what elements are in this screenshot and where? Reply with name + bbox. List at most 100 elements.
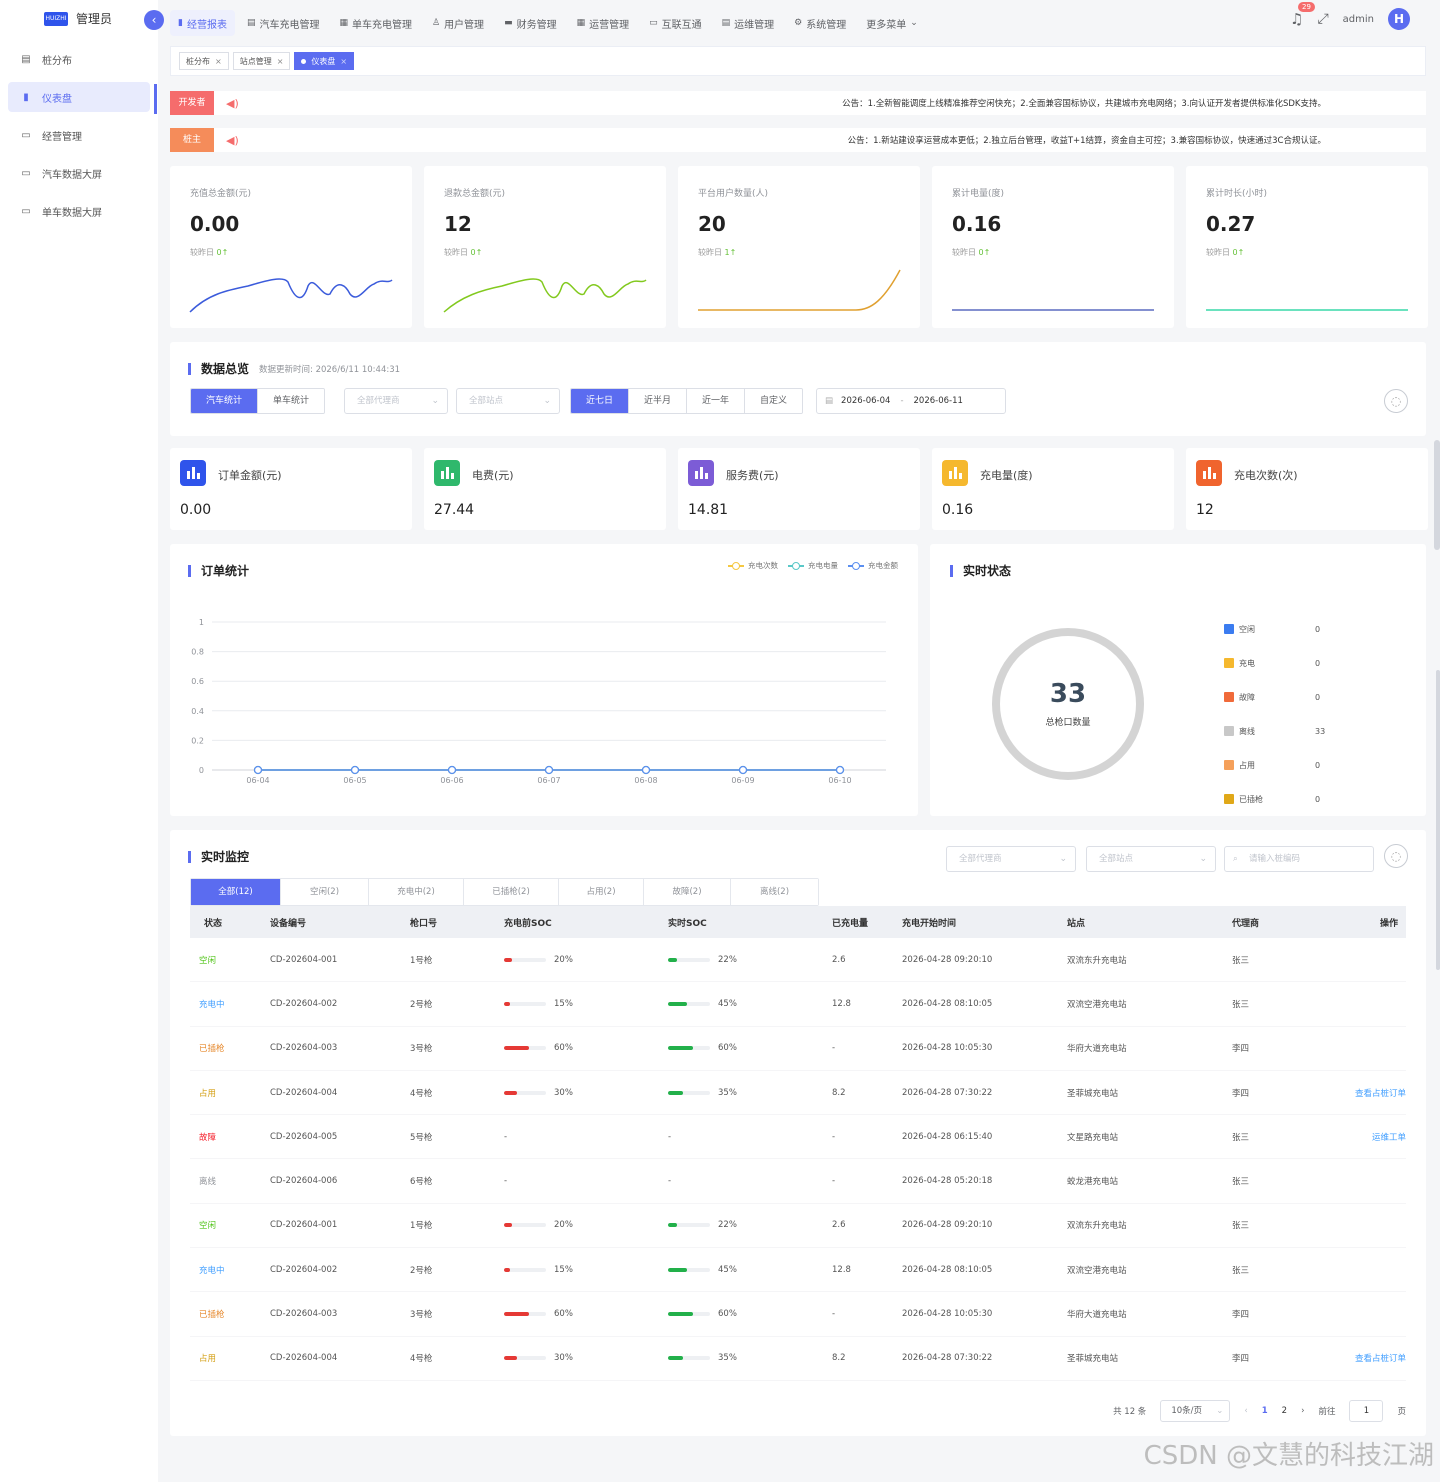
date-range-picker[interactable]: ▤ 2026-06-04 - 2026-06-11 bbox=[816, 388, 1006, 414]
kpi-card-energy: 累计电量(度) 0.16 较昨日 0↑ bbox=[932, 166, 1174, 328]
tab-all[interactable]: 全部(12) bbox=[191, 879, 281, 905]
col-charged: 已充电量 bbox=[832, 918, 869, 929]
charged-energy: - bbox=[832, 1309, 836, 1320]
agent-name: 张三 bbox=[1232, 1265, 1250, 1276]
status-count: 0 bbox=[1315, 794, 1321, 804]
soc-progress-bar bbox=[504, 1090, 546, 1095]
close-icon[interactable]: × bbox=[277, 57, 284, 66]
sidebar-item-bike-screen[interactable]: ▭ 单车数据大屏 bbox=[8, 196, 150, 226]
range-1y[interactable]: 近一年 bbox=[687, 389, 746, 413]
range-custom[interactable]: 自定义 bbox=[745, 389, 803, 413]
row-action-link[interactable]: 查看占桩订单 bbox=[1332, 1352, 1406, 1364]
notification-button[interactable]: ♫ 29 bbox=[1290, 2, 1315, 28]
soc-before-cell: 30% bbox=[504, 1353, 668, 1363]
nav-business-report[interactable]: ▮ 经营报表 bbox=[170, 10, 235, 36]
nav-bike-charging[interactable]: ▦ 单车充电管理 bbox=[331, 10, 420, 36]
order-statistics-card: 订单统计 充电次数 充电电量 充电金额 0 0.2 0.4 0.6 0.8 1 06-04 0… bbox=[170, 544, 918, 816]
soc-percent: 60% bbox=[718, 1043, 737, 1054]
soc-now-cell: - bbox=[668, 1131, 672, 1142]
kpi-title: 充值总金额(元) bbox=[190, 189, 252, 199]
nav-users[interactable]: ♙ 用户管理 bbox=[424, 10, 492, 36]
fullscreen-icon[interactable]: ⤢ bbox=[1317, 11, 1328, 27]
tab-idle[interactable]: 空闲(2) bbox=[281, 879, 369, 905]
sidebar-item-car-screen[interactable]: ▭ 汽车数据大屏 bbox=[8, 158, 150, 188]
station-select[interactable]: 全部站点 ⌄ bbox=[456, 388, 560, 414]
nav-system[interactable]: ⚙ 系统管理 bbox=[786, 10, 854, 36]
station-name: 文星路充电站 bbox=[1067, 1132, 1119, 1143]
goto-page-input[interactable]: 1 bbox=[1349, 1400, 1384, 1422]
nav-more[interactable]: 更多菜单 ⌄ bbox=[858, 10, 926, 36]
range-7d[interactable]: 近七日 bbox=[571, 389, 630, 413]
page-1[interactable]: 1 bbox=[1262, 1406, 1268, 1416]
sidebar-item-business[interactable]: ▭ 经营管理 bbox=[8, 120, 150, 150]
nav-interconnect[interactable]: ▭ 互联互通 bbox=[641, 10, 710, 36]
agent-name: 李四 bbox=[1232, 1088, 1250, 1099]
range-15d[interactable]: 近半月 bbox=[629, 389, 688, 413]
sidebar-item-pile-distribution[interactable]: ▤ 桩分布 bbox=[8, 44, 150, 74]
refresh-button[interactable]: ◌ bbox=[1384, 389, 1408, 413]
next-page-icon[interactable]: › bbox=[1301, 1406, 1304, 1416]
bike-stats-tab[interactable]: 单车统计 bbox=[258, 389, 325, 413]
monitor-agent-select[interactable]: 全部代理商 ⌄ bbox=[946, 846, 1076, 872]
row-action-link[interactable]: 运维工单 bbox=[1332, 1131, 1406, 1143]
tab-occupied[interactable]: 占用(2) bbox=[559, 879, 644, 905]
tab-charging[interactable]: 充电中(2) bbox=[369, 879, 464, 905]
soc-percent: 45% bbox=[718, 998, 737, 1009]
logo-text: 管理员 bbox=[76, 12, 113, 26]
monitor-station-select[interactable]: 全部站点 ⌄ bbox=[1086, 846, 1216, 872]
arrow-up-icon: ↑ bbox=[729, 248, 737, 257]
close-icon[interactable]: × bbox=[340, 57, 347, 66]
collapse-sidebar-button[interactable]: ‹ bbox=[144, 10, 164, 30]
soc-progress-bar bbox=[668, 1267, 710, 1272]
tag-station-management[interactable]: 站点管理 × bbox=[232, 52, 291, 70]
arrow-up-icon: ↑ bbox=[475, 248, 483, 257]
station-placeholder: 全部站点 bbox=[1099, 854, 1134, 864]
status-text: 已插枪 bbox=[199, 1044, 225, 1055]
username[interactable]: admin bbox=[1343, 14, 1374, 25]
nav-maintenance[interactable]: ▤ 运维管理 bbox=[714, 10, 783, 36]
pile-code-search[interactable]: ⌕ 请输入桩编码 bbox=[1224, 846, 1374, 872]
nav-operations[interactable]: ▦ 运营管理 bbox=[569, 10, 638, 36]
tag-dashboard[interactable]: 仪表盘 × bbox=[294, 52, 355, 70]
car-stats-tab[interactable]: 汽车统计 bbox=[191, 389, 259, 413]
status-swatch bbox=[1224, 692, 1234, 702]
close-icon[interactable]: × bbox=[215, 57, 222, 66]
scrollbar-thumb[interactable] bbox=[1434, 440, 1440, 550]
monitor-refresh-button[interactable]: ◌ bbox=[1384, 844, 1408, 868]
screen-icon: ▭ bbox=[21, 167, 31, 179]
start-time: 2026-04-28 07:30:22 bbox=[902, 1353, 993, 1364]
data-point bbox=[641, 765, 651, 775]
tab-offline[interactable]: 离线(2) bbox=[731, 879, 818, 905]
status-count: 0 bbox=[1315, 760, 1321, 770]
col-status: 状态 bbox=[204, 918, 223, 929]
x-tick-label: 06-10 bbox=[828, 776, 851, 785]
status-item-occupied: 占用 0 bbox=[1224, 748, 1345, 782]
kpi-card-refund: 退款总金额(元) 12 较昨日 0↑ bbox=[424, 166, 666, 328]
tab-fault[interactable]: 故障(2) bbox=[644, 879, 731, 905]
start-time: 2026-04-28 07:30:22 bbox=[902, 1087, 993, 1098]
soc-progress-bar bbox=[668, 1090, 710, 1095]
tag-label: 站点管理 bbox=[239, 56, 272, 66]
nav-finance[interactable]: ▬ 财务管理 bbox=[496, 10, 565, 36]
sparkline bbox=[1206, 309, 1408, 311]
stat-card-order-amount: 订单金额(元) 0.00 bbox=[170, 448, 412, 530]
prev-page-icon[interactable]: ‹ bbox=[1244, 1406, 1247, 1416]
device-id: CD-202604-003 bbox=[270, 1309, 338, 1320]
nav-car-charging[interactable]: ▤ 汽车充电管理 bbox=[239, 10, 328, 36]
tag-pile-distribution[interactable]: 桩分布 × bbox=[179, 52, 229, 70]
tag-label: 桩分布 bbox=[186, 56, 210, 66]
sidebar-item-dashboard[interactable]: ▮ 仪表盘 bbox=[8, 82, 150, 112]
status-count: 0 bbox=[1315, 624, 1321, 634]
page-2[interactable]: 2 bbox=[1282, 1406, 1287, 1416]
sidebar-item-label: 桩分布 bbox=[42, 55, 72, 67]
agent-select[interactable]: 全部代理商 ⌄ bbox=[344, 388, 448, 414]
chevron-down-icon: ⌄ bbox=[910, 18, 918, 28]
row-action-link[interactable]: 查看占桩订单 bbox=[1332, 1087, 1406, 1099]
soc-before-cell: - bbox=[504, 1131, 508, 1142]
avatar[interactable]: H bbox=[1388, 8, 1410, 30]
status-text: 充电中 bbox=[199, 1265, 225, 1276]
page-size-select[interactable]: 10条/页 ⌄ bbox=[1160, 1400, 1231, 1422]
soc-percent: 30% bbox=[554, 1087, 573, 1098]
y-tick-label: 0.2 bbox=[191, 736, 204, 745]
tab-plugged[interactable]: 已插枪(2) bbox=[464, 879, 559, 905]
